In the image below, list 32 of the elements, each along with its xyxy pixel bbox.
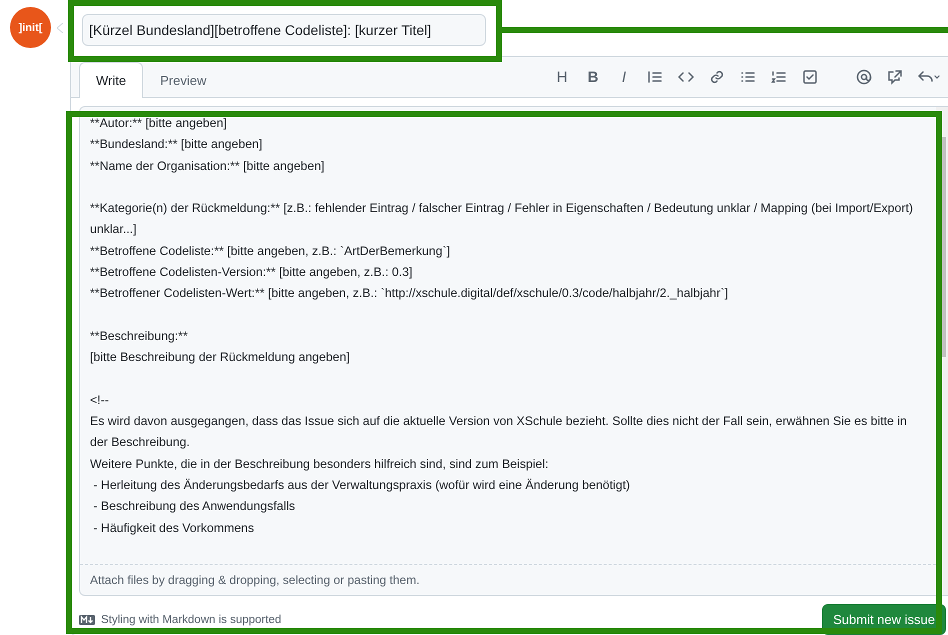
link-icon[interactable] [709, 69, 725, 85]
numbered-list-icon[interactable] [771, 69, 787, 85]
caret-icon [57, 23, 63, 33]
editor-line: **Name der Organisation:** [bitte angeben] [90, 158, 326, 175]
editor-line: - Herleitung des Änderungsbedarfs aus der Verwaltungspraxis (wofür wird eine Änderung benötigt) [92, 477, 632, 494]
editor-line: **Bundesland:** [bitte angeben] [90, 136, 264, 154]
mention-icon[interactable] [856, 69, 872, 85]
editor-line: <!-- [90, 392, 110, 409]
editor-line: **Betroffener Codelisten-Wert:** [bitte angeben, z.B.: `http://xschule.digital/def/xschule/0.3/code/halbjahr/2._halbjahr`] [90, 285, 729, 302]
editor-line: **Kategorie(n) der Rückmeldung:** [z.B.: fehlender Eintrag / falscher Eintrag / Fehler in Eigenschaften / Bedeutung unklar / Mapping (bei Import/Export) unklar...] [90, 200, 914, 238]
editor-line: **Betroffene Codeliste:** [bitte angeben, z.B.: `ArtDerBemerkung`] [90, 242, 451, 260]
editor-line: **Beschreibung:** [90, 328, 189, 345]
editor-tab[interactable]: Preview [143, 62, 224, 98]
markdown-note[interactable]: Styling with Markdown is supported [101, 614, 282, 626]
attach-hint: Attach files by dragging & dropping, selecting or pasting them. [89, 572, 421, 590]
editor-line: Weitere Punkte, die in der Beschreibung besonders hilfreich sind, sind zum Beispiel: [90, 456, 550, 473]
editor-line: - Häufigkeit des Vorkommens [92, 520, 256, 537]
heading-icon[interactable]: H [554, 68, 570, 86]
quote-icon[interactable] [647, 69, 663, 85]
editor-line: **Autor:** [bitte angeben] [90, 115, 228, 132]
avatar: ]init[ [10, 7, 51, 48]
italic-icon[interactable]: I [616, 68, 632, 86]
editor-line: - Beschreibung des Anwendungsfalls [92, 498, 296, 516]
title-field[interactable]: [Kürzel Bundesland][betroffene Codeliste]: [kurzer Titel] [82, 14, 486, 46]
markdown-icon [79, 614, 95, 625]
bold-icon[interactable]: B [585, 68, 601, 86]
editor-line: [bitte Beschreibung der Rückmeldung angeben] [90, 349, 351, 366]
editor-line: **Betroffene Codelisten-Version:** [bitte angeben, z.B.: 0.3] [90, 264, 414, 282]
reference-icon[interactable] [887, 69, 903, 85]
editor-tab[interactable]: Write [79, 62, 144, 98]
task-list-icon[interactable] [802, 69, 818, 85]
editor-line: Es wird davon ausgegangen, dass das Issue sich auf die aktuelle Version von XSchule bezieht. Sollte dies nicht der Fall sein, erwähnen Sie es bitte in der Beschreibung. [90, 413, 908, 452]
